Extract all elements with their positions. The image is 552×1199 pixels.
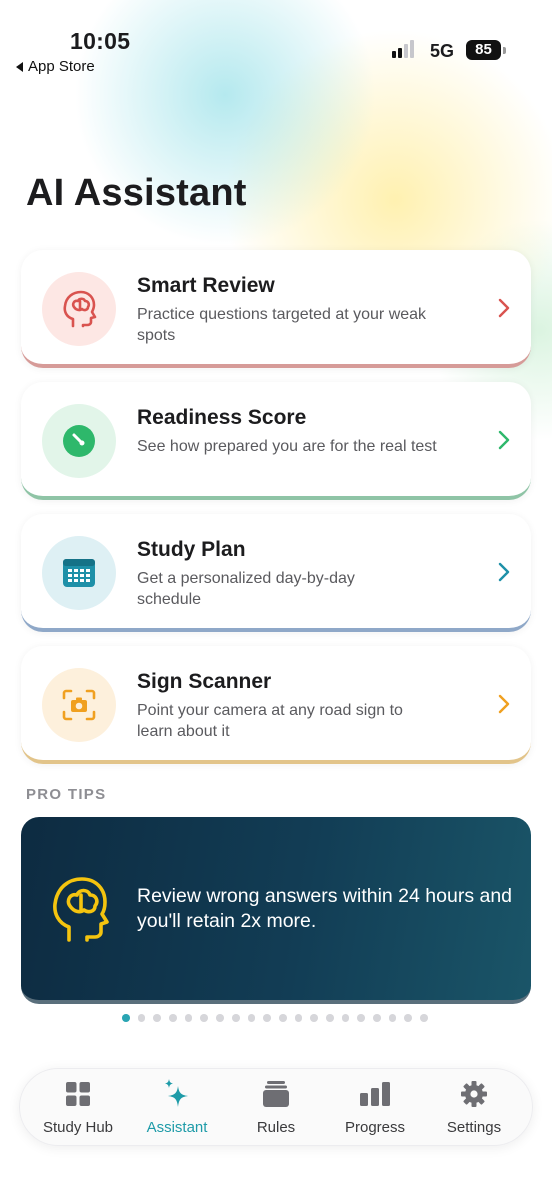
page-dot[interactable]: [247, 1014, 256, 1022]
page-dot[interactable]: [388, 1014, 397, 1022]
page-dot[interactable]: [169, 1014, 177, 1022]
stack-icon: [226, 1079, 326, 1109]
grid-icon: [28, 1079, 128, 1109]
page-dot[interactable]: [200, 1014, 209, 1022]
page-dot[interactable]: [325, 1014, 334, 1022]
card-title: Sign Scanner: [137, 670, 272, 693]
page-dot[interactable]: [373, 1014, 381, 1022]
page-dot[interactable]: [263, 1014, 271, 1022]
status-time: 10:05: [70, 28, 131, 54]
page-dot[interactable]: [153, 1014, 162, 1022]
pro-tip-text: Review wrong answers within 24 hours and…: [137, 885, 513, 932]
tip-page-indicator[interactable]: [122, 1014, 428, 1022]
tab-label: Assistant: [146, 1119, 208, 1136]
page-dot[interactable]: [216, 1014, 224, 1022]
back-label: App Store: [28, 58, 95, 75]
card-title: Smart Review: [137, 274, 275, 297]
tab-label: Rules: [256, 1119, 296, 1136]
gear-icon: [424, 1079, 524, 1109]
chevron-right-icon: [498, 298, 510, 318]
readiness-score-card[interactable]: Readiness Score See how prepared you are…: [21, 382, 531, 500]
card-description: See how prepared you are for the real te…: [137, 438, 437, 455]
tab-label: Settings: [446, 1119, 502, 1136]
page-dot[interactable]: [122, 1014, 130, 1022]
card-description: Practice questions targeted at your weak…: [137, 306, 427, 344]
tab-assistant[interactable]: Assistant: [127, 1079, 227, 1139]
sparkle-icon: [127, 1079, 227, 1109]
page-dot[interactable]: [278, 1014, 287, 1022]
page-dot[interactable]: [231, 1014, 240, 1022]
tab-study-hub[interactable]: Study Hub: [28, 1079, 128, 1139]
card-title: Study Plan: [137, 538, 246, 561]
sign-scanner-card[interactable]: Sign Scanner Point your camera at any ro…: [21, 646, 531, 764]
gauge-icon: [42, 404, 116, 478]
chevron-right-icon: [498, 562, 510, 582]
back-arrow-icon: [16, 61, 23, 72]
chevron-right-icon: [498, 430, 510, 450]
page-title: AI Assistant: [26, 172, 247, 214]
tab-progress[interactable]: Progress: [325, 1079, 425, 1139]
tab-label: Study Hub: [42, 1119, 114, 1136]
pro-tips-heading: PRO TIPS: [26, 786, 107, 803]
bar-chart-icon: [325, 1079, 425, 1109]
page-dot[interactable]: [341, 1014, 350, 1022]
smart-review-card[interactable]: Smart Review Practice questions targeted…: [21, 250, 531, 368]
tab-rules[interactable]: Rules: [226, 1079, 326, 1139]
battery-level: 85: [466, 40, 501, 60]
pro-tip-card[interactable]: Review wrong answers within 24 hours and…: [21, 817, 531, 1004]
tab-bar: Study Hub Assistant Rules Progress Setti…: [19, 1068, 533, 1146]
brain-head-icon: [53, 877, 109, 942]
chevron-right-icon: [498, 694, 510, 714]
page-dot[interactable]: [420, 1014, 428, 1022]
tab-label: Progress: [344, 1119, 406, 1136]
card-description: Get a personalized day-by-day schedule: [137, 570, 355, 608]
camera-scan-icon: [42, 668, 116, 742]
back-to-app-store[interactable]: App Store: [16, 58, 95, 75]
network-type: 5G: [430, 41, 455, 61]
signal-icon: [392, 40, 414, 58]
study-plan-card[interactable]: Study Plan Get a personalized day-by-day…: [21, 514, 531, 632]
page-dot[interactable]: [310, 1014, 318, 1022]
card-description: Point your camera at any road sign to le…: [137, 702, 403, 740]
calendar-icon: [42, 536, 116, 610]
page-dot[interactable]: [357, 1014, 365, 1022]
page-dot[interactable]: [294, 1014, 303, 1022]
page-dot[interactable]: [137, 1014, 146, 1022]
card-title: Readiness Score: [137, 406, 307, 429]
battery-icon: 85: [466, 40, 506, 60]
page-dot[interactable]: [184, 1014, 193, 1022]
tab-settings[interactable]: Settings: [424, 1079, 524, 1139]
page-dot[interactable]: [404, 1014, 413, 1022]
brain-head-icon: [42, 272, 116, 346]
